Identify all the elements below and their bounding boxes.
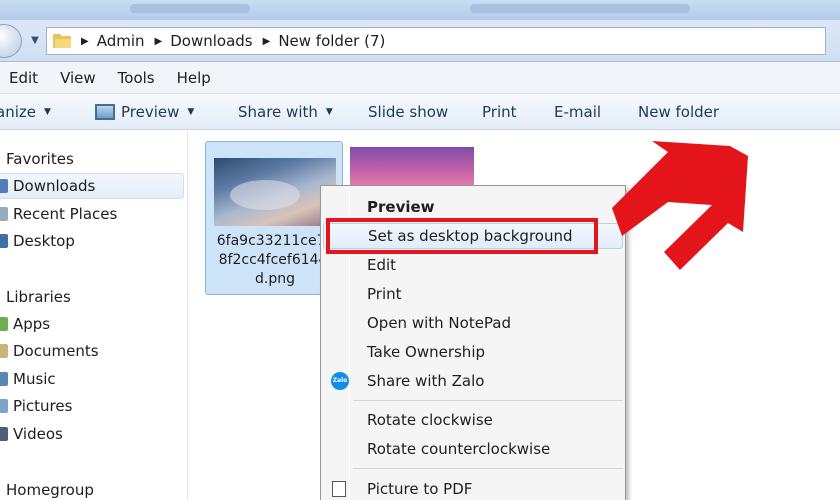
nav-item-downloads[interactable]: Downloads [0,173,184,199]
organize-button[interactable]: anize ▼ [0,103,51,121]
menu-help[interactable]: Help [177,69,211,87]
ctx-take-ownership[interactable]: Take Ownership [323,339,623,365]
ctx-separator [353,468,623,469]
nav-item-label: Downloads [13,177,96,195]
chevron-down-icon: ▼ [43,107,51,117]
ctx-rotate-counterclockwise[interactable]: Rotate counterclockwise [323,436,623,462]
ctx-edit[interactable]: Edit [323,252,623,278]
menu-bar: Edit View Tools Help [0,62,840,94]
ctx-rotate-clockwise[interactable]: Rotate clockwise [323,407,623,433]
nav-item-videos[interactable]: Videos [0,421,184,447]
print-button[interactable]: Print [482,103,517,121]
organize-label: anize [0,103,36,121]
share-with-label: Share with [238,103,318,121]
chevron-down-icon: ▼ [325,107,333,117]
ctx-preview[interactable]: Preview [323,194,623,220]
command-toolbar: anize ▼ Preview ▼ Share with ▼ Slide show P… [0,94,840,130]
menu-edit[interactable]: Edit [9,69,38,87]
ctx-label: Picture to PDF [367,480,473,498]
slide-show-button[interactable]: Slide show [368,103,448,121]
music-icon [0,372,8,386]
window-title-bar [0,0,840,20]
nav-item-label: Documents [13,342,99,360]
address-row: ▼ ▶ Admin ▶ Downloads ▶ New folder (7) [0,20,840,62]
ctx-label: Print [367,285,402,303]
breadcrumb-separator-icon[interactable]: ▶ [263,36,271,47]
new-folder-button[interactable]: New folder [638,103,719,121]
ctx-label: Share with Zalo [367,372,485,390]
folder-icon [53,34,71,48]
menu-tools[interactable]: Tools [118,69,155,87]
ctx-label: Take Ownership [367,343,486,361]
chevron-down-icon: ▼ [187,107,195,117]
address-bar[interactable]: ▶ Admin ▶ Downloads ▶ New folder (7) [46,27,826,55]
ctx-label: Open with NotePad [367,314,512,332]
breadcrumb-separator-icon[interactable]: ▶ [81,36,89,47]
preview-label: Preview [121,103,180,121]
documents-icon [0,344,8,358]
nav-item-label: Apps [13,315,51,333]
libraries-header[interactable]: Libraries [6,288,71,306]
blurred-tab [130,4,250,13]
back-button[interactable] [0,24,22,58]
ctx-open-with-notepad[interactable]: Open with NotePad [323,310,623,336]
nav-item-pictures[interactable]: Pictures [0,393,184,419]
nav-item-music[interactable]: Music [0,366,184,392]
ctx-picture-to-pdf[interactable]: Picture to PDF [323,476,623,500]
recent-places-icon [0,207,8,221]
nav-item-label: Music [13,370,56,388]
breadcrumb-downloads[interactable]: Downloads [170,32,252,50]
pdf-icon [332,481,346,497]
downloads-icon [0,179,8,193]
share-with-button[interactable]: Share with ▼ [238,103,333,121]
breadcrumb-admin[interactable]: Admin [97,32,145,50]
desktop-icon [0,234,8,248]
recent-pages-dropdown-icon[interactable]: ▼ [28,34,42,48]
email-button[interactable]: E-mail [554,103,601,121]
nav-item-recent-places[interactable]: Recent Places [0,201,184,227]
favorites-header[interactable]: Favorites [6,150,74,168]
file-thumbnail [214,158,336,226]
ctx-label: Rotate clockwise [367,411,493,429]
zalo-icon: Zalo [331,372,349,390]
nav-item-label: Pictures [13,397,73,415]
preview-button[interactable]: Preview ▼ [95,103,194,121]
apps-icon [0,317,8,331]
ctx-label: Edit [367,256,397,274]
highlight-box [326,218,598,254]
nav-item-label: Desktop [13,232,75,250]
navigation-pane: Favorites Downloads Recent Places Deskto… [0,131,188,500]
nav-item-apps[interactable]: Apps [0,311,184,337]
preview-icon [95,104,115,120]
blurred-tab [470,4,690,13]
ctx-separator [353,400,623,401]
ctx-label: Rotate counterclockwise [367,440,551,458]
pictures-icon [0,399,8,413]
ctx-label: Preview [367,198,435,216]
menu-view[interactable]: View [60,69,96,87]
nav-item-label: Videos [13,425,63,443]
breadcrumb-new-folder[interactable]: New folder (7) [278,32,385,50]
ctx-print[interactable]: Print [323,281,623,307]
nav-item-desktop[interactable]: Desktop [0,228,184,254]
nav-item-documents[interactable]: Documents [0,338,184,364]
ctx-share-with-zalo[interactable]: Zalo Share with Zalo [323,368,623,394]
homegroup-header[interactable]: Homegroup [6,481,94,499]
breadcrumb-separator-icon[interactable]: ▶ [155,36,163,47]
nav-item-label: Recent Places [13,205,118,223]
videos-icon [0,427,8,441]
